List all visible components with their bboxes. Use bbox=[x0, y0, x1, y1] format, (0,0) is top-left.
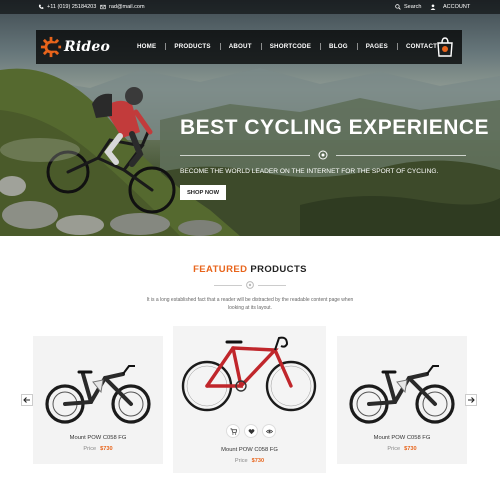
hero-banner: +11 (019) 25184203 rad@mail.com Search A… bbox=[0, 0, 500, 236]
carousel-prev-button[interactable] bbox=[21, 394, 33, 406]
user-icon bbox=[430, 4, 436, 10]
nav-products[interactable]: PRODUCTS bbox=[165, 43, 219, 50]
price-value: $730 bbox=[404, 446, 417, 452]
wishlist-button[interactable] bbox=[244, 424, 258, 438]
site-logo[interactable]: Rideo bbox=[40, 36, 110, 58]
product-card[interactable]: Mount POW C058 FG Price $730 bbox=[33, 336, 163, 464]
arrow-right-icon bbox=[468, 397, 475, 403]
price-value: $730 bbox=[251, 458, 265, 464]
hero-title: BEST CYCLING EXPERIENCE bbox=[180, 116, 490, 139]
heading-rest: PRODUCTS bbox=[250, 264, 307, 275]
phone-icon bbox=[38, 4, 44, 9]
gear-divider-icon bbox=[246, 281, 254, 289]
nav-shortcode[interactable]: SHORTCODE bbox=[260, 43, 320, 50]
search-label: Search bbox=[404, 4, 422, 10]
nav-home[interactable]: HOME bbox=[128, 43, 165, 50]
mail-icon bbox=[100, 4, 106, 10]
product-image bbox=[181, 336, 317, 412]
featured-products-heading: FEATURED PRODUCTS bbox=[0, 264, 500, 275]
price-value: $730 bbox=[100, 446, 113, 452]
search-link[interactable]: Search bbox=[395, 4, 421, 10]
logo-text: Rideo bbox=[64, 39, 110, 55]
gear-logo-icon bbox=[40, 36, 62, 58]
price-label: Price bbox=[83, 446, 97, 452]
email-contact[interactable]: rad@mail.com bbox=[100, 4, 145, 10]
account-label: ACCOUNT bbox=[443, 4, 471, 10]
product-image bbox=[349, 365, 455, 424]
product-price-row: Price $730 bbox=[173, 458, 326, 464]
product-actions bbox=[226, 424, 276, 438]
product-image bbox=[45, 365, 151, 424]
price-label: Price bbox=[387, 446, 401, 452]
heading-accent: FEATURED bbox=[193, 264, 248, 275]
product-name[interactable]: Mount POW C058 FG bbox=[337, 435, 467, 441]
price-label: Price bbox=[234, 458, 248, 464]
product-name[interactable]: Mount POW C058 FG bbox=[33, 435, 163, 441]
product-card[interactable]: Mount POW C058 FG Price $730 bbox=[337, 336, 467, 464]
product-name[interactable]: Mount POW C058 FG bbox=[173, 447, 326, 453]
add-to-cart-icon bbox=[229, 427, 237, 435]
product-card-featured[interactable]: Mount POW C058 FG Price $730 bbox=[173, 326, 326, 473]
add-to-cart-button[interactable] bbox=[226, 424, 240, 438]
section-description: It is a long established fact that a rea… bbox=[146, 297, 354, 311]
hero-subtitle: BECOME THE WORLD LEADER ON THE INTERNET … bbox=[180, 168, 439, 175]
shop-now-button[interactable]: SHOP NOW bbox=[180, 185, 226, 200]
main-menu: HOME PRODUCTS ABOUT SHORTCODE BLOG PAGES… bbox=[128, 43, 446, 50]
hero-divider bbox=[180, 149, 466, 161]
cart-icon[interactable] bbox=[435, 36, 455, 58]
quick-view-button[interactable] bbox=[262, 424, 276, 438]
phone-contact[interactable]: +11 (019) 25184203 bbox=[38, 4, 96, 10]
email-address: rad@mail.com bbox=[109, 4, 145, 10]
top-bar: +11 (019) 25184203 rad@mail.com Search A… bbox=[0, 0, 500, 14]
nav-blog[interactable]: BLOG bbox=[320, 43, 357, 50]
phone-number: +11 (019) 25184203 bbox=[47, 4, 97, 10]
account-link[interactable]: ACCOUNT bbox=[430, 4, 470, 10]
product-price-row: Price $730 bbox=[33, 446, 163, 452]
nav-pages[interactable]: PAGES bbox=[356, 43, 397, 50]
carousel-next-button[interactable] bbox=[465, 394, 477, 406]
gear-divider-icon bbox=[318, 150, 328, 160]
product-price-row: Price $730 bbox=[337, 446, 467, 452]
nav-about[interactable]: ABOUT bbox=[219, 43, 261, 50]
quick-view-icon bbox=[265, 429, 273, 433]
arrow-left-icon bbox=[23, 397, 30, 403]
wishlist-icon bbox=[248, 428, 254, 434]
main-navbar: Rideo HOME PRODUCTS ABOUT SHORTCODE BLOG… bbox=[36, 30, 462, 64]
section-divider bbox=[214, 280, 286, 290]
search-icon bbox=[395, 4, 401, 10]
